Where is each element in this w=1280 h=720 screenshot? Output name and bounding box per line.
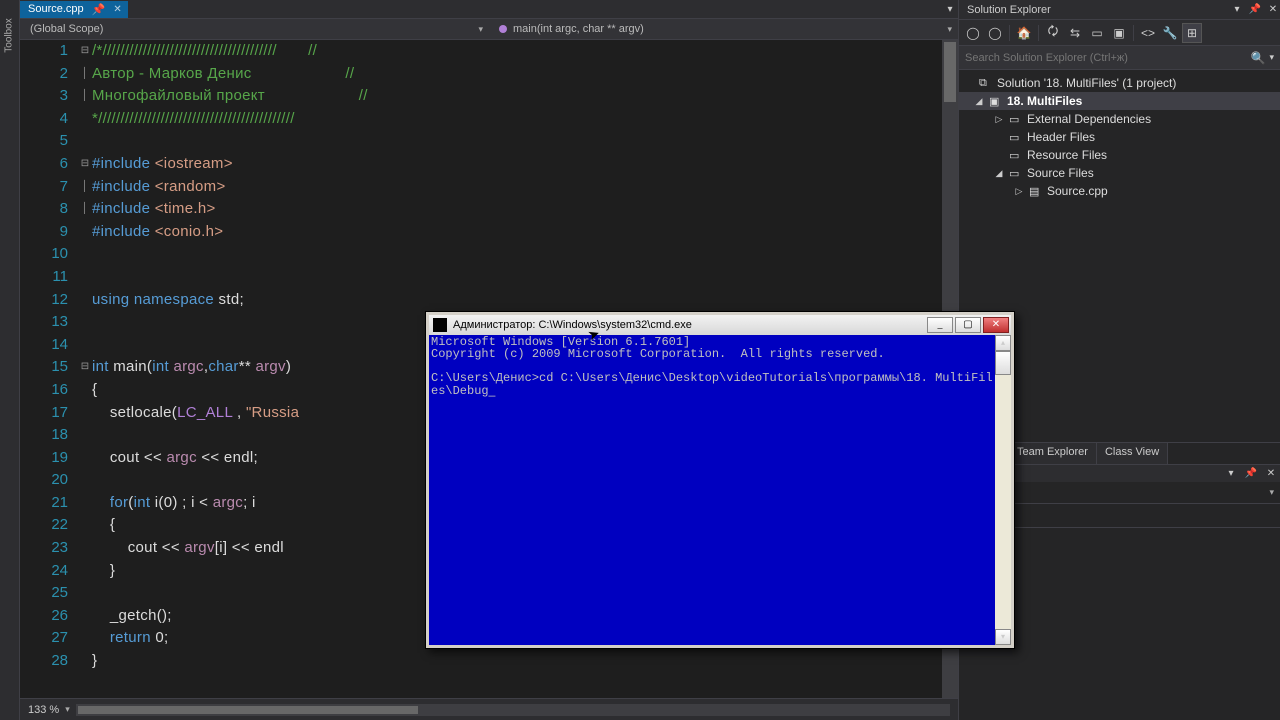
close-icon[interactable]: ✕: [1264, 468, 1278, 479]
chevron-down-icon[interactable]: ▾: [1269, 487, 1274, 498]
refresh-icon[interactable]: 🗘: [1043, 23, 1063, 43]
solution-toolbar: ◯ ◯ 🏠 🗘 ⇆ ▭ ▣ <> 🔧 ⊞: [959, 20, 1280, 46]
tree-label: 18. MultiFiles: [1007, 94, 1082, 108]
tree-label: Source.cpp: [1047, 184, 1108, 198]
search-input[interactable]: [965, 52, 1251, 64]
tab-overflow[interactable]: ▾: [942, 4, 958, 15]
cpp-file-icon: ▤: [1029, 185, 1043, 198]
dropdown-icon[interactable]: ▾: [1224, 468, 1238, 479]
chevron-down-icon: ▾: [478, 24, 483, 35]
tab-class-view[interactable]: Class View: [1097, 443, 1168, 464]
tab-bar: Source.cpp 📌 ✕ ▾: [20, 0, 958, 18]
tree-solution-node[interactable]: ⧉ Solution '18. MultiFiles' (1 project): [959, 74, 1280, 92]
search-icon[interactable]: 🔍: [1251, 51, 1266, 65]
tree-label: External Dependencies: [1027, 112, 1151, 126]
minimize-button[interactable]: _: [927, 317, 953, 333]
collapse-icon[interactable]: ◢: [973, 96, 985, 107]
collapse-icon[interactable]: ◢: [993, 168, 1005, 179]
tree-ext-deps[interactable]: ▷ ▭ External Dependencies: [959, 110, 1280, 128]
tab-label: Source.cpp: [28, 3, 84, 15]
toolbox-label: Toolbox: [4, 18, 15, 52]
close-button[interactable]: ✕: [983, 317, 1009, 333]
tab-pin-icon[interactable]: 📌: [92, 3, 106, 16]
line-number-gutter: 1234567891011121314151617181920212223242…: [20, 40, 78, 698]
dropdown-icon[interactable]: ▾: [1230, 4, 1244, 15]
tree-label: Resource Files: [1027, 148, 1107, 162]
tab-team-explorer[interactable]: Team Explorer: [1009, 443, 1097, 464]
close-icon[interactable]: ✕: [113, 4, 121, 15]
folder-icon: ▭: [1009, 113, 1023, 126]
solution-icon: ⧉: [979, 77, 993, 90]
cmd-title: Администратор: C:\Windows\system32\cmd.e…: [453, 319, 692, 331]
back-button[interactable]: ◯: [963, 23, 983, 43]
fold-column[interactable]: ⊟││⊟││⊟: [78, 40, 92, 698]
properties-icon[interactable]: ⊞: [1182, 23, 1202, 43]
home-icon[interactable]: 🏠: [1014, 23, 1034, 43]
project-icon: ▣: [989, 95, 1003, 108]
tree-resource-files[interactable]: ▭ Resource Files: [959, 146, 1280, 164]
tree-header-files[interactable]: ▭ Header Files: [959, 128, 1280, 146]
close-icon[interactable]: ✕: [1266, 4, 1280, 15]
cmd-window[interactable]: Администратор: C:\Windows\system32\cmd.e…: [425, 311, 1015, 649]
pin-icon[interactable]: 📌: [1244, 468, 1258, 479]
chevron-down-icon[interactable]: ▾: [65, 704, 70, 715]
panel-title: Solution Explorer: [967, 4, 1051, 16]
panel-titlebar[interactable]: Solution Explorer ▾ 📌 ✕: [959, 0, 1280, 20]
show-all-icon[interactable]: ▭: [1087, 23, 1107, 43]
scope-right-label: main(int argc, char ** argv): [513, 23, 644, 35]
tree-file-source-cpp[interactable]: ▷ ▤ Source.cpp: [959, 182, 1280, 200]
tree-label: Header Files: [1027, 130, 1095, 144]
wrench-icon[interactable]: 🔧: [1160, 23, 1180, 43]
horizontal-scrollbar[interactable]: [76, 704, 950, 716]
expand-icon[interactable]: ▷: [993, 114, 1005, 125]
folder-icon: ▭: [1009, 149, 1023, 162]
tree-source-files[interactable]: ◢ ▭ Source Files: [959, 164, 1280, 182]
maximize-button[interactable]: ▢: [955, 317, 981, 333]
cmd-icon: [433, 318, 447, 332]
file-tab-source[interactable]: Source.cpp 📌 ✕: [20, 1, 128, 18]
folder-icon: ▭: [1009, 131, 1023, 144]
scroll-up-icon[interactable]: ▴: [995, 335, 1011, 351]
pin-icon[interactable]: 📌: [1248, 4, 1262, 15]
code-icon[interactable]: <>: [1138, 23, 1158, 43]
cmd-titlebar[interactable]: Администратор: C:\Windows\system32\cmd.e…: [429, 315, 1011, 335]
chevron-down-icon[interactable]: ▾: [1269, 52, 1274, 63]
chevron-down-icon: ▾: [947, 24, 952, 35]
cmd-scrollbar[interactable]: ▴ ▾: [995, 335, 1011, 645]
tree-label: Source Files: [1027, 166, 1094, 180]
scope-bar: (Global Scope) ▾ main(int argc, char ** …: [20, 18, 958, 40]
zoom-level[interactable]: 133 %: [28, 704, 59, 716]
scope-dropdown-right[interactable]: main(int argc, char ** argv) ▾: [489, 23, 958, 35]
solution-tree[interactable]: ⧉ Solution '18. MultiFiles' (1 project) …: [959, 70, 1280, 204]
folder-icon: ▭: [1009, 167, 1023, 180]
forward-button[interactable]: ◯: [985, 23, 1005, 43]
toolbox-strip[interactable]: Toolbox: [0, 0, 20, 720]
collapse-icon[interactable]: ▣: [1109, 23, 1129, 43]
sync-icon[interactable]: ⇆: [1065, 23, 1085, 43]
scope-left-label: (Global Scope): [30, 23, 103, 35]
scroll-down-icon[interactable]: ▾: [995, 629, 1011, 645]
scope-dropdown-left[interactable]: (Global Scope) ▾: [20, 23, 489, 35]
cmd-output[interactable]: Microsoft Windows [Version 6.1.7601] Cop…: [429, 335, 995, 645]
tree-project-node[interactable]: ◢ ▣ 18. MultiFiles: [959, 92, 1280, 110]
method-icon: [499, 25, 507, 33]
expand-icon[interactable]: ▷: [1013, 186, 1025, 197]
solution-search[interactable]: 🔍 ▾: [959, 46, 1280, 70]
tree-label: Solution '18. MultiFiles' (1 project): [997, 76, 1176, 90]
editor-bottom-bar: 133 % ▾: [20, 698, 958, 720]
